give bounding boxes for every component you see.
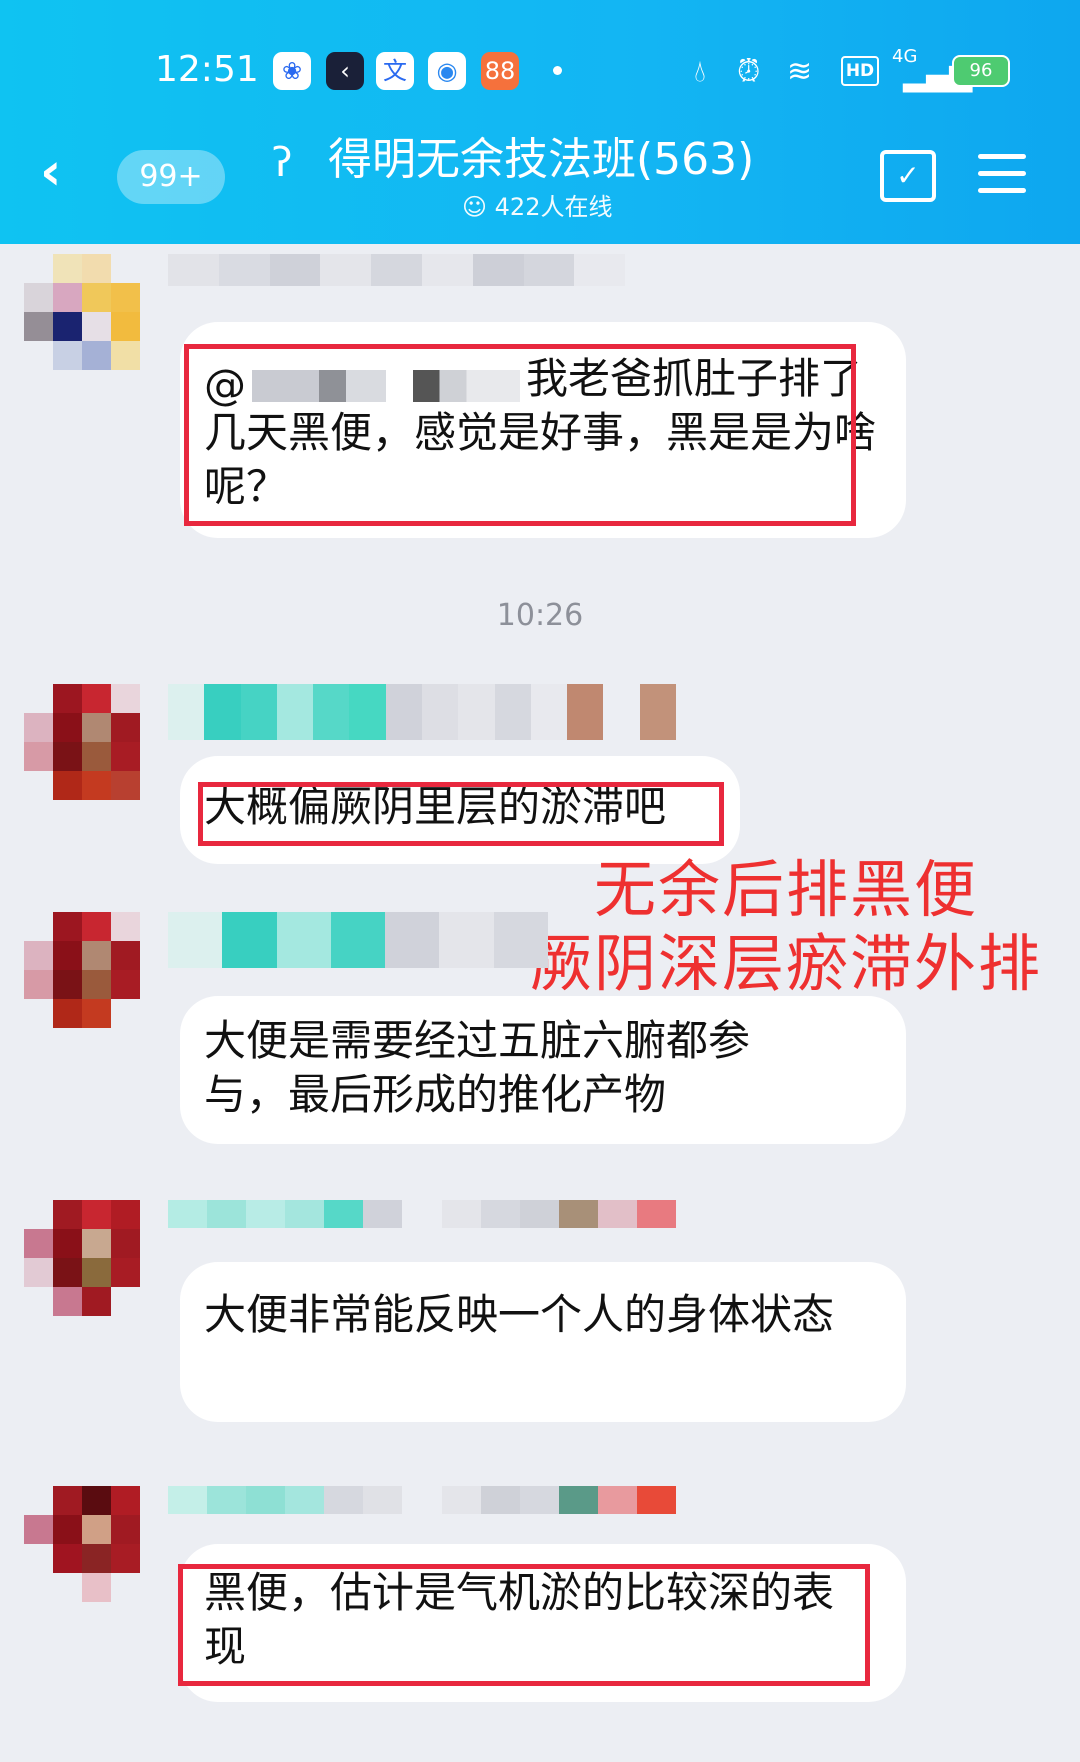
nav-bar: ‹ 99+ ʔ 得明无余技法班(563) ☺ 422人在线 ✓ xyxy=(0,120,1080,240)
battery-icon: 96 xyxy=(952,55,1010,87)
annotation-line-2: 厥阴深层瘀滞外排 xyxy=(530,927,1043,1000)
chevron-left-icon[interactable]: ‹ xyxy=(40,146,61,198)
avatar[interactable] xyxy=(24,912,140,1028)
status-bar: 12:51 ❀ ‹ 文 ◉ 88 💧︎ ⏰︎ ≋ HD 4G ▂▄▆ 96 xyxy=(0,48,1080,98)
sender-name-blurred xyxy=(168,1200,677,1228)
translate-app-icon: 文 xyxy=(376,52,414,90)
water-drop-icon: 💧︎ xyxy=(694,54,706,89)
sender-name-blurred xyxy=(168,912,548,968)
sender-name-blurred xyxy=(168,254,676,286)
highlight-box xyxy=(178,1564,870,1686)
annotation-line-1: 无余后排黑便 xyxy=(594,853,979,926)
hd-icon: HD xyxy=(841,56,879,86)
highlight-box xyxy=(184,344,856,526)
alarm-icon: ⏰︎ xyxy=(737,54,761,89)
avatar[interactable] xyxy=(24,1200,140,1316)
avatar[interactable] xyxy=(24,684,140,800)
avatar[interactable] xyxy=(24,254,140,370)
wifi-icon: ≋ xyxy=(787,54,813,89)
unread-badge[interactable]: 99+ xyxy=(117,150,225,204)
sender-name-blurred xyxy=(168,1486,677,1514)
message-text: 大便非常能反映一个人的身体状态 xyxy=(204,1290,835,1339)
ear-icon: ʔ xyxy=(272,140,293,186)
group-title[interactable]: 得明无余技法班(563) xyxy=(328,130,754,190)
message-bubble[interactable]: 大便是需要经过五脏六腑都参与，最后形成的推化产物 xyxy=(180,996,906,1144)
orange-app-icon: 88 xyxy=(481,52,519,90)
chat-header: 12:51 ❀ ‹ 文 ◉ 88 💧︎ ⏰︎ ≋ HD 4G ▂▄▆ 96 ‹ … xyxy=(0,0,1080,244)
message-text: 大便是需要经过五脏六腑都参与，最后形成的推化产物 xyxy=(204,1016,751,1119)
online-count-text: 422人在线 xyxy=(494,193,613,221)
calendar-check-icon[interactable]: ✓ xyxy=(880,150,936,202)
notification-dot-icon xyxy=(553,66,562,75)
highlight-box xyxy=(198,782,724,846)
message-bubble[interactable]: 大便非常能反映一个人的身体状态 xyxy=(180,1262,906,1422)
sender-name-blurred xyxy=(168,684,676,740)
status-time: 12:51 xyxy=(155,49,259,90)
back-app-icon: ‹ xyxy=(326,52,364,90)
avatar[interactable] xyxy=(24,1486,140,1602)
circle-app-icon: ◉ xyxy=(428,52,466,90)
baidu-app-icon: ❀ xyxy=(273,52,311,90)
online-count: ☺ 422人在线 xyxy=(462,193,613,221)
menu-icon[interactable] xyxy=(978,154,1026,205)
timestamp: 10:26 xyxy=(496,598,584,633)
